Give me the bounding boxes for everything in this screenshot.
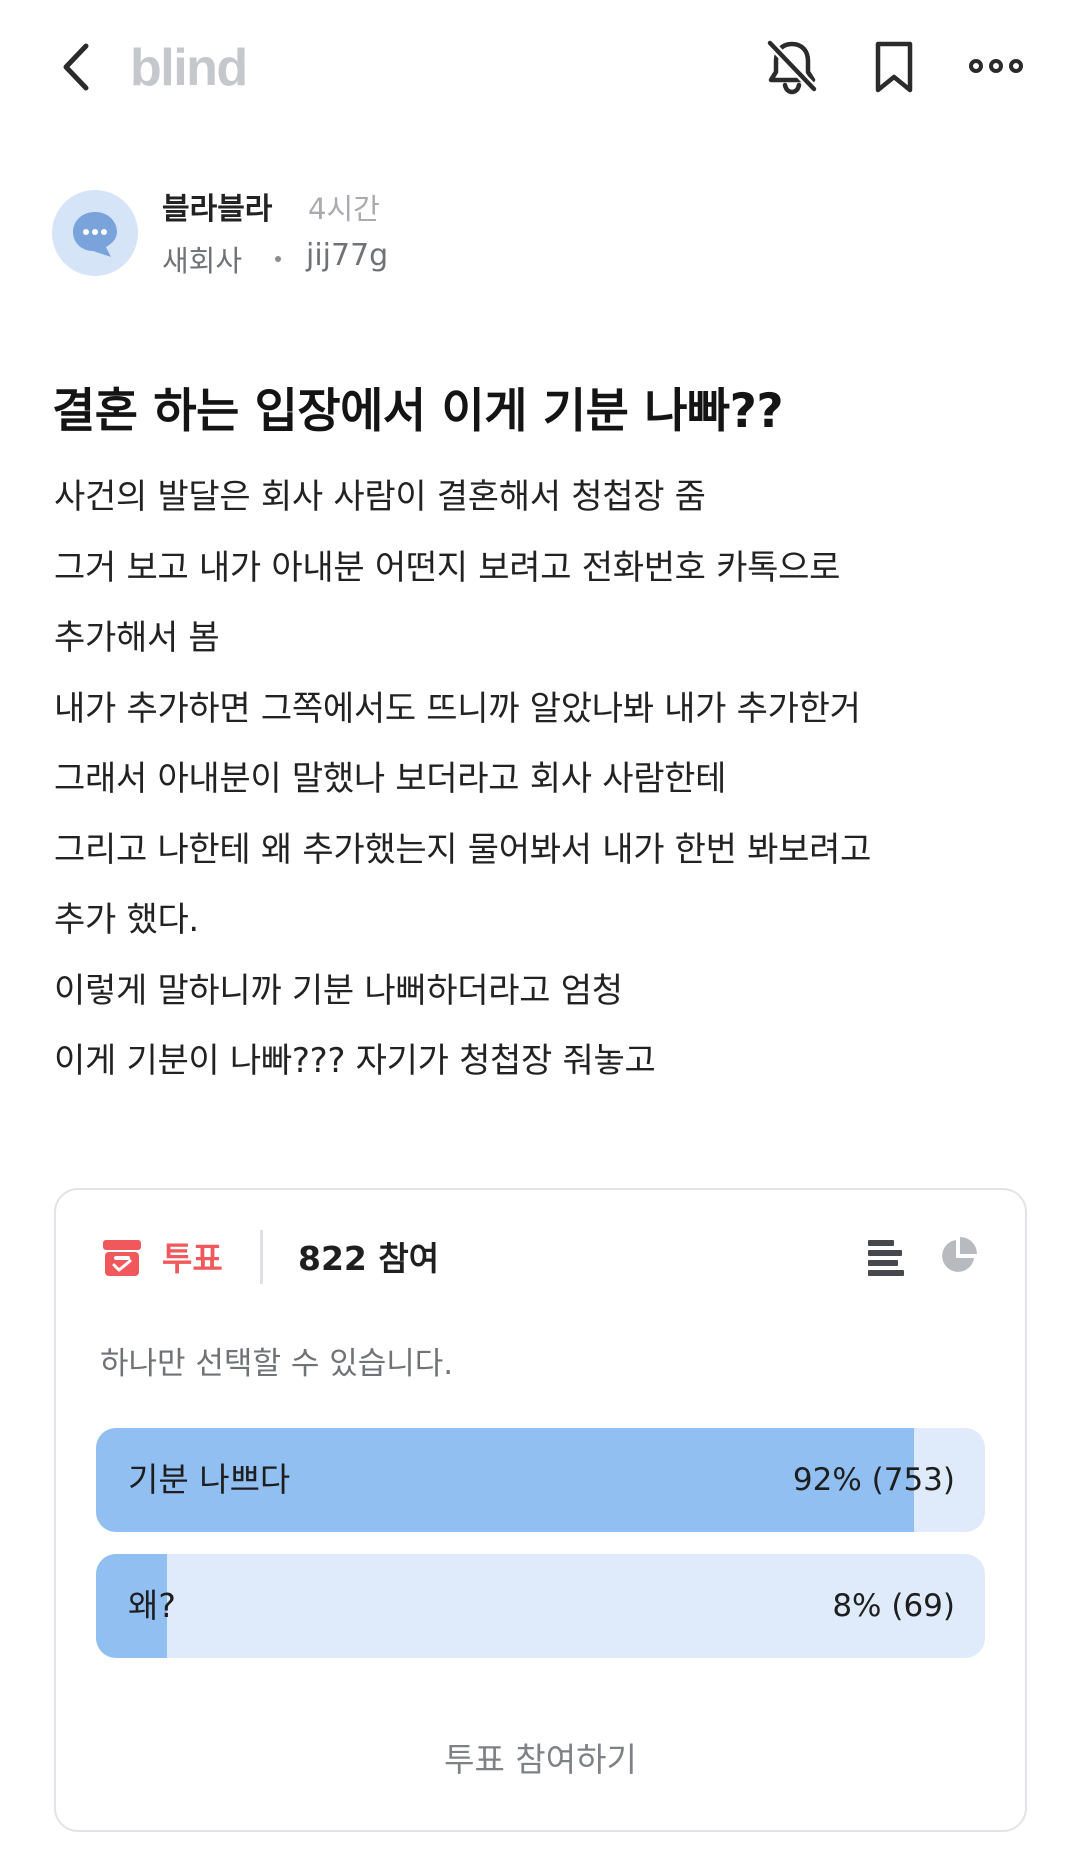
poll-divider [260, 1230, 263, 1284]
author-name[interactable]: 블라블라 [162, 184, 272, 228]
post-body-line: 추가해서 봄 [54, 618, 220, 658]
post-body-line: 이렇게 말하니까 기분 나뻐하더라고 엄청 [54, 970, 623, 1011]
poll-option-label: 왜? [128, 1586, 176, 1625]
bar-view-button[interactable] [864, 1236, 908, 1280]
post-body-line: 그거 보고 내가 아내분 어떤지 보려고 전화번호 카톡으로 [54, 547, 841, 588]
bar-chart-icon [868, 1240, 904, 1276]
poll-option-label: 기분 나쁘다 [128, 1460, 291, 1499]
top-bar: blind [0, 0, 1080, 132]
post-body-line: 내가 추가하면 그쪽에서도 뜨니까 알았나봐 내가 추가한거 [54, 688, 861, 729]
post-body-line: 이게 기분이 나빠??? 자기가 청첩장 줘놓고 [54, 1041, 656, 1081]
vote-button[interactable]: 투표 참여하기 [96, 1720, 985, 1800]
poll-option[interactable]: 왜? 8% (69) [96, 1554, 985, 1658]
post-body-line: 그래서 아내분이 말했나 보더라고 회사 사람한테 [54, 759, 727, 799]
ballot-box-icon [103, 1240, 141, 1276]
post-time: 4시간 [308, 192, 380, 226]
post-title: 결혼 하는 입장에서 이게 기분 나빠?? [52, 384, 784, 439]
notification-off-button[interactable] [760, 34, 824, 98]
bookmark-button[interactable] [862, 34, 926, 98]
avatar[interactable] [52, 190, 138, 276]
poll-participant-count: 822 참여 [298, 1239, 440, 1278]
pie-chart-icon [942, 1237, 977, 1272]
poll-option-result: 92% (753) [792, 1462, 955, 1498]
more-options-button[interactable] [964, 34, 1028, 98]
post-body-line: 사건의 발달은 회사 사람이 결혼해서 청첩장 줌 [54, 477, 706, 517]
author-company[interactable]: 새회사 [162, 238, 242, 280]
poll-hint: 하나만 선택할 수 있습니다. [100, 1346, 454, 1382]
post-author: 블라블라 4시간 새회사 jij77g [52, 184, 752, 284]
back-button[interactable] [52, 36, 104, 98]
chat-bubble-icon [73, 212, 117, 257]
bell-off-icon [766, 39, 818, 95]
pie-view-button[interactable] [936, 1234, 980, 1278]
post-body-line: 추가 했다. [54, 900, 199, 940]
poll-card: 투표 822 참여 하나만 선택할 수 있습니다. 기분 나쁘다 92% (75… [54, 1188, 1027, 1832]
bookmark-icon [875, 41, 913, 93]
poll-option-result: 8% (69) [832, 1588, 955, 1624]
chevron-left-icon [63, 43, 89, 91]
post-body-line: 그리고 나한테 왜 추가했는지 물어봐서 내가 한번 봐보려고 [54, 829, 872, 870]
poll-label: 투표 [162, 1239, 223, 1278]
more-horizontal-icon [969, 59, 1023, 73]
post-body: 사건의 발달은 회사 사람이 결혼해서 청첩장 줌 그거 보고 내가 아내분 어… [54, 462, 1044, 1097]
poll-option[interactable]: 기분 나쁘다 92% (753) [96, 1428, 985, 1532]
separator-dot [275, 256, 281, 262]
author-handle: jij77g [306, 238, 389, 273]
blind-logo[interactable]: blind [130, 38, 248, 98]
